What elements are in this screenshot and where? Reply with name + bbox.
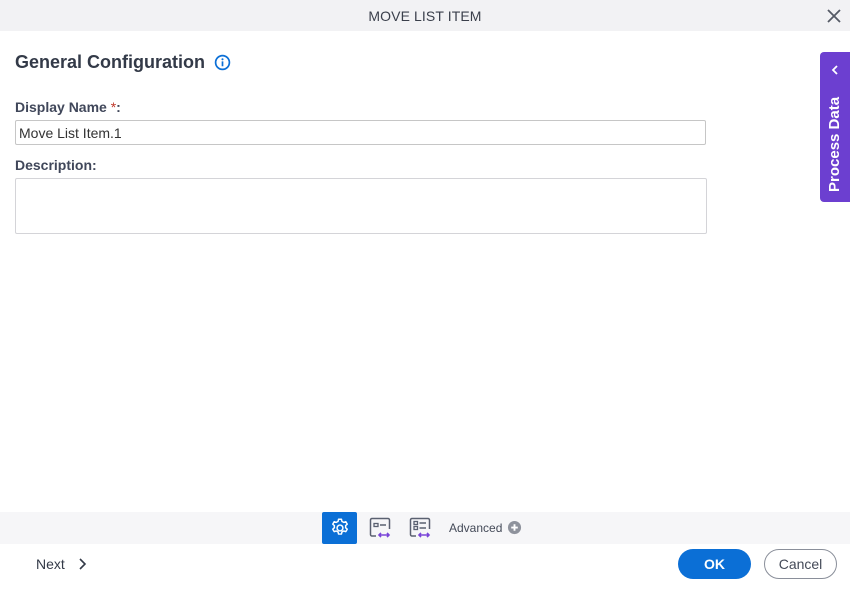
ok-button[interactable]: OK <box>678 549 751 579</box>
next-button[interactable]: Next <box>36 556 87 572</box>
process-data-panel-tab[interactable]: Process Data <box>820 52 850 202</box>
dialog-footer: Next OK Cancel <box>0 544 850 590</box>
form-mapping-icon <box>369 517 390 538</box>
process-data-label: Process Data <box>826 96 843 192</box>
move-list-item-dialog: MOVE LIST ITEM General Configuration Dis… <box>0 0 850 590</box>
description-label: Description: <box>15 157 97 173</box>
list-mapping-icon <box>409 517 430 538</box>
section-title-text: General Configuration <box>15 52 206 72</box>
chevron-right-icon <box>79 558 86 570</box>
dialog-title: MOVE LIST ITEM <box>368 7 482 24</box>
section-title: General Configuration <box>15 52 231 73</box>
gear-icon <box>331 518 348 535</box>
display-name-label: Display Name *: <box>15 99 121 115</box>
plus-circle-icon <box>508 520 522 535</box>
next-label: Next <box>36 556 65 572</box>
label-suffix: : <box>116 99 121 115</box>
advanced-button[interactable]: Advanced <box>449 520 522 535</box>
info-icon[interactable] <box>214 54 231 71</box>
bottom-toolbar: Advanced <box>0 512 850 544</box>
cancel-button[interactable]: Cancel <box>764 549 837 579</box>
settings-tab-button[interactable] <box>322 512 357 544</box>
close-icon[interactable] <box>824 6 844 26</box>
output-mapping-tab-button[interactable] <box>402 512 437 544</box>
description-input[interactable] <box>15 178 707 234</box>
dialog-titlebar: MOVE LIST ITEM <box>0 0 850 31</box>
display-name-input[interactable] <box>15 120 706 145</box>
chevron-left-icon <box>831 65 838 75</box>
input-mapping-tab-button[interactable] <box>362 512 397 544</box>
display-name-label-text: Display Name <box>15 99 111 115</box>
advanced-label: Advanced <box>449 520 503 535</box>
